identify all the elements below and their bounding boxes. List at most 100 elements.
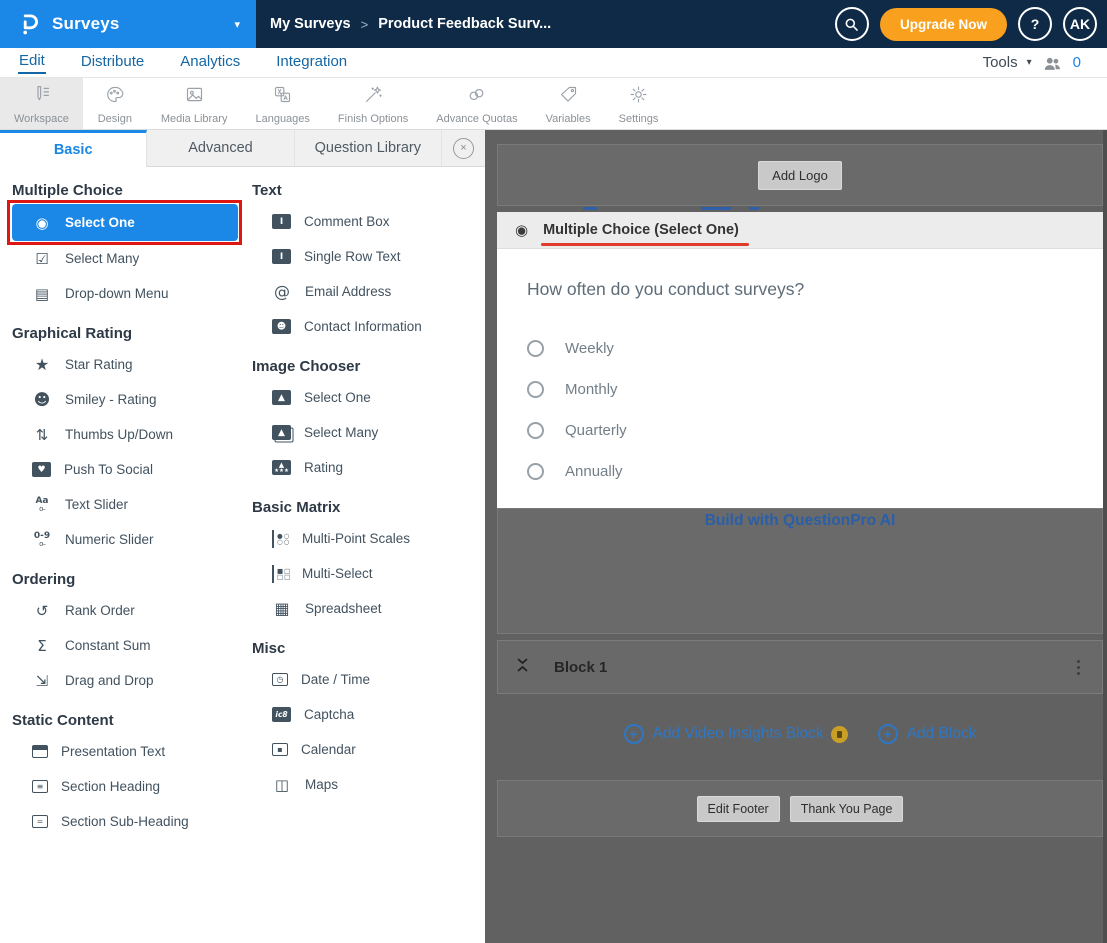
toolbar-item-languages[interactable]: Languages	[241, 78, 323, 129]
toolbar-item-finish-options[interactable]: Finish Options	[324, 78, 422, 129]
design-icon	[104, 84, 125, 110]
secondary-nav: Edit Distribute Analytics Integration Tools…	[0, 48, 1107, 78]
nav-tab-distribute[interactable]: Distribute	[80, 52, 145, 73]
question-text[interactable]: How often do you conduct surveys?	[527, 279, 1073, 300]
nav-tab-integration[interactable]: Integration	[275, 52, 348, 73]
toolbar-item-advance-quotas[interactable]: Advance Quotas	[422, 78, 531, 129]
settings-icon	[628, 84, 649, 110]
question-type-multiple-choice-select-one[interactable]: ◉Select One	[12, 204, 238, 241]
survey-page: Add Logo ◉ Multiple Choice (Select One) …	[497, 130, 1103, 943]
panel-tab-question-library[interactable]: Question Library	[295, 130, 442, 167]
question-type-misc-captcha[interactable]: ic8Captcha	[252, 697, 478, 732]
add-logo-button[interactable]: Add Logo	[758, 161, 842, 190]
question-type-basic-matrix-multi-point-scales[interactable]: ●○○○ Multi-Point Scales	[252, 521, 478, 556]
multi-select-icon: ■□□□	[272, 565, 289, 583]
question-type-ordering-constant-sum[interactable]: ΣConstant Sum	[12, 628, 252, 663]
answer-option-monthly[interactable]: Monthly	[527, 369, 1073, 410]
question-type-graphical-rating-thumbs-up-down[interactable]: ⇅Thumbs Up/Down	[12, 417, 252, 452]
question-type-label: Rank Order	[65, 603, 135, 618]
question-type-text-single-row-text[interactable]: ISingle Row Text	[252, 239, 478, 274]
tools-menu[interactable]: Tools	[983, 54, 1018, 71]
question-type-misc-maps[interactable]: ◫Maps	[252, 767, 478, 802]
question-type-image-chooser-rating[interactable]: ▲Rating	[252, 450, 478, 485]
question-type-static-content-section-sub-heading[interactable]: =Section Sub-Heading	[12, 804, 252, 839]
question-type-ordering-drag-and-drop[interactable]: ⇲Drag and Drop	[12, 663, 252, 698]
add-block-button[interactable]: + Add Block	[878, 724, 977, 744]
question-type-label: Thumbs Up/Down	[65, 427, 173, 442]
premium-badge-icon	[831, 726, 848, 743]
question-type-graphical-rating-smiley-rating[interactable]: ☻Smiley - Rating	[12, 382, 252, 417]
toolbar-item-variables[interactable]: Variables	[532, 78, 605, 129]
canvas-scrollbar[interactable]	[1103, 130, 1107, 943]
star-icon: ★	[32, 356, 52, 374]
question-type-misc-date-time[interactable]: ◷Date / Time	[252, 662, 478, 697]
question-type-basic-matrix-spreadsheet[interactable]: ▦Spreadsheet	[252, 591, 478, 626]
search-icon	[842, 15, 861, 34]
breadcrumb-survey-title[interactable]: Product Feedback Surv...	[378, 16, 551, 32]
drag-and-drop-icon: ⇲	[32, 672, 52, 690]
question-type-multiple-choice-drop-down-menu[interactable]: ▤Drop-down Menu	[12, 276, 252, 311]
question-type-graphical-rating-text-slider[interactable]: AaText Slider	[12, 487, 252, 522]
toolbar-item-label: Design	[98, 113, 132, 125]
nav-tab-edit[interactable]: Edit	[18, 51, 46, 74]
question-type-image-chooser-select-many[interactable]: ▲Select Many	[252, 415, 478, 450]
comment-box-icon: I	[272, 214, 291, 229]
question-type-graphical-rating-numeric-slider[interactable]: 0-9Numeric Slider	[12, 522, 252, 557]
radio-button-icon[interactable]	[527, 340, 544, 357]
radio-button-icon[interactable]	[527, 422, 544, 439]
toolbar-item-settings[interactable]: Settings	[605, 78, 673, 129]
add-video-insights-block-button[interactable]: + Add Video Insights Block	[624, 724, 848, 744]
panel-tab-basic[interactable]: Basic	[0, 130, 147, 167]
radio-button-icon[interactable]	[527, 381, 544, 398]
question-type-text-email-address[interactable]: @Email Address	[252, 274, 478, 309]
block-menu-kebab-icon[interactable]	[1073, 656, 1084, 679]
answer-option-quarterly[interactable]: Quarterly	[527, 410, 1073, 451]
chevron-down-icon[interactable]: ▾	[234, 18, 240, 31]
search-button[interactable]	[835, 7, 869, 41]
toolbar-item-label: Advance Quotas	[436, 113, 517, 125]
question-type-text-comment-box[interactable]: IComment Box	[252, 204, 478, 239]
question-type-graphical-rating-star-rating[interactable]: ★Star Rating	[12, 347, 252, 382]
question-type-ordering-rank-order[interactable]: ↺ Rank Order	[12, 593, 252, 628]
question-type-label: Multi-Point Scales	[302, 531, 410, 546]
section-title: Misc	[252, 640, 478, 657]
question-type-text-contact-information[interactable]: ☻Contact Information	[252, 309, 478, 344]
collaborators-button[interactable]	[1041, 53, 1064, 73]
question-type-multiple-choice-select-many[interactable]: ☑Select Many	[12, 241, 252, 276]
collapse-block-icon[interactable]	[516, 657, 530, 678]
question-card-header[interactable]: ◉ Multiple Choice (Select One)	[497, 212, 1103, 249]
answer-option-annually[interactable]: Annually	[527, 451, 1073, 492]
upgrade-now-button[interactable]: Upgrade Now	[880, 8, 1007, 41]
question-type-graphical-rating-push-to-social[interactable]: ♥Push To Social	[12, 452, 252, 487]
question-type-label: Section Sub-Heading	[61, 814, 189, 829]
image-select-many-icon: ▲	[272, 425, 291, 440]
answer-option-label: Monthly	[565, 381, 618, 398]
tools-chevron-down-icon[interactable]: ▾	[1027, 57, 1032, 68]
question-type-image-chooser-select-one[interactable]: ▲Select One	[252, 380, 478, 415]
breadcrumb-my-surveys[interactable]: My Surveys	[270, 16, 351, 32]
avatar[interactable]: AK	[1063, 7, 1097, 41]
block-label[interactable]: Block 1	[554, 659, 607, 676]
radio-button-icon[interactable]	[527, 463, 544, 480]
close-panel-button[interactable]: ×	[442, 130, 485, 167]
nav-right-actions: Tools ▾ 0	[983, 53, 1107, 73]
toolbar-item-workspace[interactable]: Workspace	[0, 78, 83, 129]
toolbar-item-media-library[interactable]: Media Library	[147, 78, 242, 129]
help-button[interactable]: ?	[1018, 7, 1052, 41]
app-switcher[interactable]: Surveys ▾	[0, 0, 256, 48]
question-type-static-content-section-heading[interactable]: ≡Section Heading	[12, 769, 252, 804]
single-row-text-icon: I	[272, 249, 291, 264]
build-with-ai-link[interactable]: Build with QuestionPro AI	[705, 512, 896, 530]
thank-you-page-button[interactable]: Thank You Page	[790, 796, 904, 822]
edit-footer-button[interactable]: Edit Footer	[697, 796, 780, 822]
multi-point-scales-icon: ●○○○	[272, 530, 289, 548]
question-type-static-content-presentation-text[interactable]: Presentation Text	[12, 734, 252, 769]
toolbar-item-design[interactable]: Design	[83, 78, 147, 129]
panel-tab-advanced[interactable]: Advanced	[147, 130, 294, 167]
rank-order-icon: ↺	[32, 602, 52, 620]
nav-tab-analytics[interactable]: Analytics	[179, 52, 241, 73]
question-type-misc-calendar[interactable]: ▪Calendar	[252, 732, 478, 767]
answer-option-weekly[interactable]: Weekly	[527, 328, 1073, 369]
workspace-icon	[31, 84, 52, 110]
question-type-basic-matrix-multi-select[interactable]: ■□□□Multi-Select	[252, 556, 478, 591]
